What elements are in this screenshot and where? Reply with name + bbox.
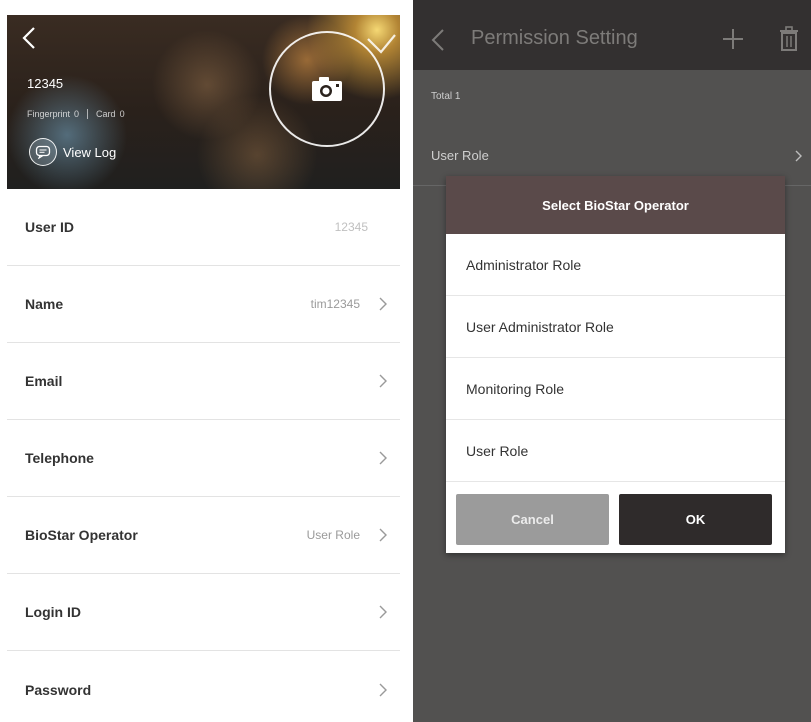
back-icon[interactable] (431, 28, 445, 52)
fingerprint-label: Fingerprint (27, 109, 71, 119)
option-monitoring-role[interactable]: Monitoring Role (446, 358, 785, 420)
view-log-button[interactable]: View Log (29, 138, 116, 166)
list-item[interactable]: User Role (431, 148, 489, 163)
total-value: 1 (454, 91, 461, 102)
user-id-row: User ID 12345 (7, 189, 400, 266)
user-detail-screen: 12345 Fingerprint 0 Card 0 View Log User… (7, 15, 400, 722)
card-label: Card (96, 109, 116, 119)
name-value: tim12345 (310, 297, 360, 311)
biostar-operator-label: BioStar Operator (25, 527, 138, 543)
option-administrator-role[interactable]: Administrator Role (446, 234, 785, 296)
chevron-right-icon (379, 683, 387, 696)
biostar-operator-value: User Role (306, 528, 360, 542)
cancel-button[interactable]: Cancel (456, 494, 609, 545)
telephone-row[interactable]: Telephone (7, 420, 400, 497)
back-icon[interactable] (17, 25, 43, 51)
biostar-operator-row[interactable]: BioStar Operator User Role (7, 497, 400, 574)
select-operator-dialog: Select BioStar Operator Administrator Ro… (446, 176, 785, 553)
user-id-label: User ID (25, 219, 75, 235)
camera-icon (312, 77, 342, 101)
chat-log-icon (29, 138, 57, 166)
chevron-right-icon (379, 374, 387, 388)
divider (87, 109, 89, 119)
dialog-title: Select BioStar Operator (446, 176, 785, 234)
card-count: 0 (119, 109, 125, 119)
dialog-buttons: Cancel OK (456, 494, 772, 545)
password-label: Password (25, 681, 92, 698)
user-header: 12345 Fingerprint 0 Card 0 View Log (7, 15, 400, 189)
page-title: Permission Setting (471, 27, 638, 49)
password-row[interactable]: Password (7, 651, 400, 722)
top-app-bar: Permission Setting (413, 0, 811, 70)
fingerprint-count: 0 (74, 109, 80, 119)
permission-setting-screen: Permission Setting Total 1 User Role Sel… (413, 0, 811, 722)
add-icon[interactable] (722, 28, 744, 50)
profile-photo-button[interactable] (269, 31, 385, 147)
name-row[interactable]: Name tim12345 (7, 266, 400, 343)
trash-icon[interactable] (778, 26, 800, 52)
telephone-label: Telephone (25, 450, 94, 466)
option-user-role[interactable]: User Role (446, 420, 785, 482)
chevron-right-icon (795, 150, 802, 162)
option-user-administrator-role[interactable]: User Administrator Role (446, 296, 785, 358)
email-label: Email (25, 373, 63, 389)
ok-button[interactable]: OK (619, 494, 772, 545)
total-count: Total 1 (431, 91, 460, 102)
login-id-row[interactable]: Login ID (7, 574, 400, 651)
chevron-right-icon (379, 528, 387, 542)
view-log-label: View Log (63, 144, 117, 160)
name-label: Name (25, 296, 64, 312)
credential-counts: Fingerprint 0 Card 0 (27, 109, 125, 119)
user-number: 12345 (27, 76, 64, 91)
user-field-list: User ID 12345 Name tim12345 Email Teleph… (7, 189, 400, 722)
chevron-right-icon (379, 451, 387, 465)
chevron-right-icon (379, 605, 387, 619)
email-row[interactable]: Email (7, 343, 400, 420)
chevron-right-icon (379, 297, 387, 311)
total-label: Total (431, 91, 453, 102)
login-id-label: Login ID (25, 604, 81, 620)
user-id-value: 12345 (334, 220, 368, 234)
